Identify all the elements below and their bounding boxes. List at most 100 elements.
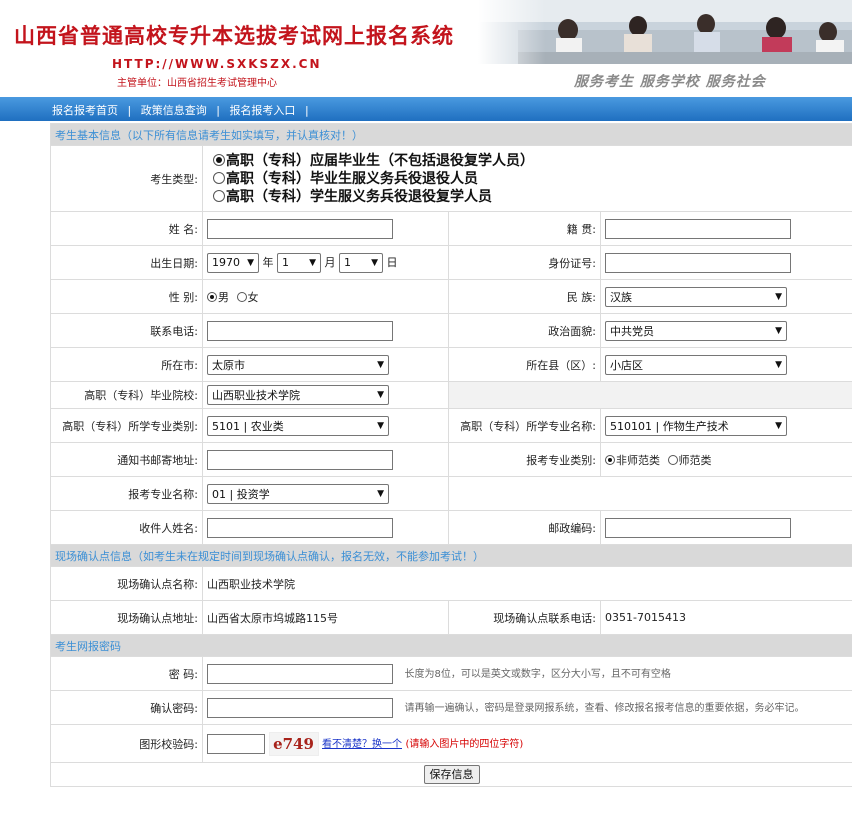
graduate-school-select[interactable]: 山西职业技术学院 ▼: [207, 385, 389, 405]
refresh-captcha-link[interactable]: 看不清楚？换一个: [322, 739, 402, 750]
apply-major-select[interactable]: 01 | 投资学 ▼: [207, 483, 389, 504]
radio-button-icon[interactable]: [236, 291, 247, 302]
password-input[interactable]: [207, 663, 393, 684]
political-status-label: 政治面貌:: [448, 313, 601, 348]
radio-button-icon[interactable]: [667, 454, 678, 465]
nav-separator: |: [127, 104, 132, 117]
chevron-down-icon: ▼: [377, 488, 384, 499]
apply-type-teacher-option[interactable]: 师范类: [667, 454, 712, 467]
student-type-label: 考生类型:: [50, 145, 203, 212]
apply-major-label: 报考专业名称:: [50, 476, 203, 511]
nav-policy-link[interactable]: 政策信息查询: [141, 104, 207, 117]
chevron-down-icon: ▼: [775, 359, 782, 370]
student-type-option-1[interactable]: 高职（专科）应届毕业生（不包括退役复学人员）: [213, 152, 848, 170]
nav-home-link[interactable]: 报名报考首页: [52, 104, 118, 117]
birth-month-select[interactable]: 1 ▼: [277, 252, 321, 273]
day-unit: 日: [386, 255, 398, 269]
city-label: 所在市:: [50, 347, 203, 382]
apply-major-type-label: 报考专业类别:: [448, 442, 601, 477]
site-header: 山西省普通高校专升本选拔考试网上报名系统 HTTP://WWW.SXKSZX.C…: [0, 0, 852, 97]
nav-entry-link[interactable]: 报名报考入口: [229, 104, 295, 117]
origin-label: 籍 贯:: [448, 211, 601, 246]
county-select[interactable]: 小店区 ▼: [605, 354, 787, 375]
radio-button-icon[interactable]: [213, 189, 225, 202]
ethnic-select[interactable]: 汉族 ▼: [605, 286, 787, 307]
captcha-label: 图形校验码:: [50, 724, 203, 763]
id-number-label: 身份证号:: [448, 245, 601, 280]
radio-button-icon[interactable]: [213, 153, 225, 166]
chevron-down-icon: ▼: [775, 325, 782, 336]
recipient-name-input[interactable]: [207, 517, 393, 538]
radio-button-icon[interactable]: [213, 171, 225, 184]
month-unit: 月: [324, 255, 336, 269]
save-button[interactable]: 保存信息: [423, 765, 480, 784]
recipient-name-label: 收件人姓名:: [50, 510, 203, 545]
gender-label: 性 别:: [50, 279, 203, 314]
chevron-down-icon: ▼: [377, 390, 384, 400]
nav-separator: |: [304, 104, 309, 117]
origin-input[interactable]: [605, 218, 791, 239]
birth-date-label: 出生日期:: [50, 245, 203, 280]
name-input[interactable]: [207, 218, 393, 239]
name-label: 姓 名:: [50, 211, 203, 246]
site-address-label: 现场确认点地址:: [50, 600, 203, 635]
empty-cell: [448, 381, 852, 409]
site-name-value: 山西职业技术学院: [202, 566, 852, 601]
site-title: 山西省普通高校专升本选拔考试网上报名系统: [14, 24, 454, 48]
password-label: 密 码:: [50, 656, 203, 691]
phone-input[interactable]: [207, 320, 393, 341]
political-status-select[interactable]: 中共党员 ▼: [605, 320, 787, 341]
confirm-password-hint: 请再输一遍确认，密码是登录网报系统，查看、修改报名报考信息的重要依据，务必牢记。: [404, 702, 805, 714]
student-type-option-3[interactable]: 高职（专科）学生服义务兵役退役复学人员: [213, 188, 848, 206]
site-slogan: 服务考生 服务学校 服务社会: [574, 74, 766, 90]
student-type-option-2[interactable]: 高职（专科）毕业生服义务兵役退役人员: [213, 170, 848, 188]
chevron-down-icon: ▼: [309, 257, 316, 268]
chevron-down-icon: ▼: [775, 291, 782, 302]
phone-label: 联系电话:: [50, 313, 203, 348]
site-address-value: 山西省太原市坞城路115号: [202, 600, 449, 635]
header-banner-image: [478, 0, 852, 64]
major-category-select[interactable]: 5101 | 农业类 ▼: [207, 415, 389, 436]
chevron-down-icon: ▼: [371, 257, 378, 268]
year-unit: 年: [262, 255, 274, 269]
birth-day-select[interactable]: 1 ▼: [339, 252, 383, 273]
site-phone-label: 现场确认点联系电话:: [448, 600, 601, 635]
postcode-label: 邮政编码:: [448, 510, 601, 545]
id-number-input[interactable]: [605, 252, 791, 273]
radio-button-icon[interactable]: [605, 454, 615, 465]
mailing-address-input[interactable]: [207, 449, 393, 470]
site-url: HTTP://WWW.SXKSZX.CN: [112, 57, 322, 71]
chevron-down-icon: ▼: [775, 420, 782, 431]
major-category-label: 高职（专科）所学专业类别:: [50, 408, 203, 443]
password-hint: 长度为8位，可以是英文或数字，区分大小写，且不可有空格: [404, 668, 671, 680]
graduate-school-label: 高职（专科）毕业院校:: [50, 381, 203, 409]
captcha-hint: (请输入图片中的四位字符): [405, 738, 524, 750]
chevron-down-icon: ▼: [377, 420, 384, 431]
major-name-select[interactable]: 510101 | 作物生产技术 ▼: [605, 415, 787, 436]
basic-info-section-header: 考生基本信息（以下所有信息请考生如实填写，并认真核对！）: [50, 123, 852, 146]
password-section-header: 考生网报密码: [50, 634, 852, 657]
county-label: 所在县（区）:: [448, 347, 601, 382]
site-owner: 主管单位：山西省招生考试管理中心: [117, 78, 277, 89]
gender-female-option[interactable]: 女: [236, 291, 259, 304]
empty-cell: [448, 476, 852, 511]
radio-button-icon[interactable]: [207, 291, 217, 302]
captcha-input[interactable]: [207, 733, 265, 754]
confirm-password-input[interactable]: [207, 697, 393, 718]
chevron-down-icon: ▼: [247, 257, 254, 268]
site-name-label: 现场确认点名称:: [50, 566, 203, 601]
confirm-site-section-header: 现场确认点信息（如考生未在规定时间到现场确认点确认，报名无效，不能参加考试！）: [50, 544, 852, 567]
ethnic-label: 民 族:: [448, 279, 601, 314]
major-name-label: 高职（专科）所学专业名称:: [448, 408, 601, 443]
captcha-image[interactable]: e749: [268, 731, 319, 756]
city-select[interactable]: 太原市 ▼: [207, 354, 389, 375]
apply-type-normal-option[interactable]: 非师范类: [605, 454, 660, 467]
chevron-down-icon: ▼: [377, 359, 384, 370]
postcode-input[interactable]: [605, 517, 791, 538]
gender-male-option[interactable]: 男: [207, 291, 229, 304]
confirm-password-label: 确认密码:: [50, 690, 203, 725]
site-phone-value: 0351-7015413: [600, 600, 852, 635]
registration-form: 考生基本信息（以下所有信息请考生如实填写，并认真核对！） 考生类型: 高职（专科…: [50, 123, 852, 787]
nav-separator: |: [216, 104, 220, 117]
birth-year-select[interactable]: 1970 ▼: [207, 252, 259, 273]
